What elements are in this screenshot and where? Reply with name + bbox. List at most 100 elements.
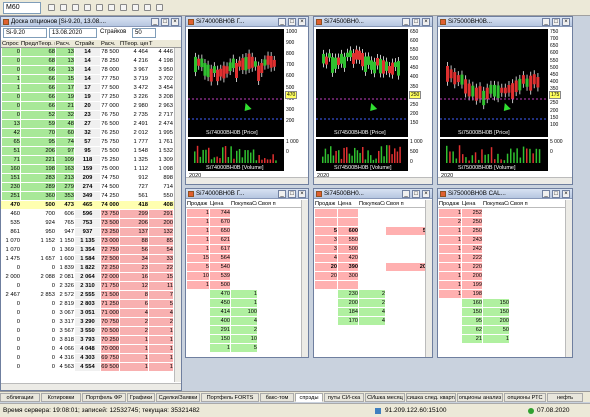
board-row[interactable]: 460 700 606 596 73 750 299 291 xyxy=(1,210,174,218)
ask-row[interactable]: 1 243 xyxy=(438,236,566,244)
ask-row[interactable]: 1 242 xyxy=(438,245,566,253)
minimize-button[interactable]: _ xyxy=(278,18,286,26)
board-column-header[interactable]: Расч. xyxy=(56,40,74,48)
order-book-column-header[interactable]: ПокупкаСвоя п xyxy=(359,200,385,208)
board-row[interactable]: 0 68 13 14 78 500 4 464 4 446 xyxy=(1,48,174,56)
board-row[interactable]: 71 221 109 118 75 250 1 325 1 309 xyxy=(1,156,174,164)
chart-hscrollbar[interactable] xyxy=(186,177,308,184)
ask-row[interactable]: 1 220 xyxy=(438,263,566,271)
board-row[interactable]: 0 66 13 14 78 000 3 967 3 950 xyxy=(1,66,174,74)
toolbar-tool-icon[interactable] xyxy=(120,4,127,11)
board-row[interactable]: 51 206 97 95 75 500 1 548 1 532 xyxy=(1,147,174,155)
tab-14[interactable]: нефть xyxy=(547,393,583,402)
maximize-button[interactable]: □ xyxy=(552,190,560,198)
bid-row[interactable]: 184 4 xyxy=(314,308,426,316)
board-row[interactable]: 535 924 765 753 73 500 206 200 xyxy=(1,219,174,227)
board-row[interactable]: 230 289 279 274 74 500 727 714 xyxy=(1,183,174,191)
board-row[interactable]: 0 66 21 20 77 000 2 980 2 963 xyxy=(1,102,174,110)
maximize-button[interactable]: □ xyxy=(552,18,560,26)
price-pane[interactable]: Si75000BH0B [Price] xyxy=(440,29,548,137)
tab-10[interactable]: СИшка месяц xyxy=(365,393,405,402)
ask-row[interactable]: 1 617 xyxy=(186,245,302,253)
ask-row[interactable]: 2 250 xyxy=(438,218,566,226)
close-button[interactable]: × xyxy=(562,190,570,198)
board-row[interactable]: 003 818 3 793 70 250 1 1 xyxy=(1,336,174,344)
tab-3[interactable]: Портфель ФР xyxy=(82,393,126,402)
board-column-header[interactable]: Т xyxy=(149,40,173,48)
tab-8[interactable]: спрэды xyxy=(295,393,323,402)
board-row[interactable]: 003 567 3 550 70 500 2 1 xyxy=(1,327,174,335)
ask-row[interactable]: 1 250 xyxy=(438,227,566,235)
board-row[interactable]: 151 283 213 209 74 750 912 898 xyxy=(1,174,174,182)
tab-1[interactable]: облигации xyxy=(0,393,40,402)
toolbar-tool-icon[interactable] xyxy=(72,4,79,11)
ask-row[interactable] xyxy=(314,218,426,226)
board-row[interactable]: 2 000 2 088 2 081 2 064 72 000 16 15 xyxy=(1,273,174,281)
board-row[interactable]: 470 500 473 465 74 000 418 408 xyxy=(1,201,174,209)
order-book-column-header[interactable]: Цена xyxy=(462,200,482,208)
minimize-button[interactable]: _ xyxy=(402,190,410,198)
board-row[interactable]: 0 52 32 23 76 750 2 735 2 717 xyxy=(1,111,174,119)
tab-4[interactable]: Графики xyxy=(127,393,155,402)
bid-row[interactable]: 160 150 xyxy=(438,299,566,307)
board-column-header[interactable]: ПТеор. цена xyxy=(120,40,148,48)
board-row[interactable]: 0 66 19 19 77 250 3 226 3 208 xyxy=(1,93,174,101)
close-button[interactable]: × xyxy=(298,18,306,26)
order-book-column-header[interactable]: ПокупкаСвоя п xyxy=(483,200,509,208)
board-row[interactable]: 001 839 1 822 72 250 23 22 xyxy=(1,264,174,272)
board-row[interactable]: 65 95 74 57 75 750 1 777 1 761 xyxy=(1,138,174,146)
ask-row[interactable]: 1 222 xyxy=(438,254,566,262)
ask-row[interactable]: 3 500 xyxy=(314,245,426,253)
ask-row[interactable]: 10 539 xyxy=(186,272,302,280)
board-row[interactable]: 2 467 2 853 2 572 2 555 71 500 8 7 xyxy=(1,291,174,299)
board-scrollbar[interactable] xyxy=(174,48,181,382)
price-pane[interactable]: Si74000BH0B [Price] xyxy=(188,29,284,137)
instrument-select[interactable]: Si-9.20 xyxy=(3,28,47,38)
ask-row[interactable]: 1 650 xyxy=(186,227,302,235)
board-row[interactable]: 004 316 4 303 69 750 1 1 xyxy=(1,354,174,362)
ask-row[interactable]: 15 564 xyxy=(186,254,302,262)
ask-row[interactable] xyxy=(314,209,426,217)
order-book-column-header[interactable]: Продаж xyxy=(187,200,209,208)
maximize-button[interactable]: □ xyxy=(412,18,420,26)
ask-row[interactable]: 1 500 xyxy=(186,281,302,289)
board-row[interactable]: 003 067 3 051 71 000 4 4 xyxy=(1,309,174,317)
toolbar-tool-icon[interactable] xyxy=(60,4,67,11)
board-row[interactable]: 1 070 0 1 369 1 354 72 750 56 54 xyxy=(1,246,174,254)
board-row[interactable]: 861 950 947 937 73 250 137 132 xyxy=(1,228,174,236)
board-row[interactable]: 004 066 4 048 70 000 1 1 xyxy=(1,345,174,353)
board-row[interactable]: 1 070 1 152 1 150 1 135 73 000 88 85 xyxy=(1,237,174,245)
strikes-select[interactable]: 50 xyxy=(132,28,156,38)
board-column-header[interactable]: Страйк xyxy=(75,40,100,48)
bid-row[interactable]: 62 50 xyxy=(438,326,566,334)
ask-row[interactable]: 56005 xyxy=(314,227,426,235)
minimize-button[interactable]: _ xyxy=(402,18,410,26)
bid-row[interactable]: 230 2 xyxy=(314,290,426,298)
board-row[interactable]: 42 70 60 32 76 250 2 012 1 995 xyxy=(1,129,174,137)
maximize-button[interactable]: □ xyxy=(288,190,296,198)
tab-6[interactable]: Портфель FORTS xyxy=(201,393,259,402)
order-book-column-header[interactable]: Продаж xyxy=(315,200,337,208)
close-button[interactable]: × xyxy=(171,18,179,26)
board-row[interactable]: 004 563 4 554 69 500 1 1 xyxy=(1,363,174,371)
board-row[interactable]: 0 68 13 14 78 250 4 216 4 198 xyxy=(1,57,174,65)
bid-row[interactable]: 150 150 xyxy=(438,308,566,316)
ask-row[interactable]: 1 198 xyxy=(438,290,566,298)
board-row[interactable]: 1 66 15 14 77 750 3 719 3 702 xyxy=(1,75,174,83)
order-book-column-header[interactable]: Цена xyxy=(210,200,230,208)
bid-row[interactable]: 400 4 xyxy=(186,317,302,325)
order-book-column-header[interactable]: Своя п xyxy=(386,200,426,208)
board-row[interactable]: 1 66 17 17 77 500 3 472 3 454 xyxy=(1,84,174,92)
bid-row[interactable]: 200 2 xyxy=(314,299,426,307)
order-book-column-header[interactable]: Своя п xyxy=(258,200,302,208)
price-pane[interactable]: Si74500BH0B [Price] xyxy=(316,29,408,137)
ask-row[interactable]: 20 300 xyxy=(314,272,426,280)
board-row[interactable]: 251 360 353 349 74 250 561 550 xyxy=(1,192,174,200)
close-button[interactable]: × xyxy=(422,190,430,198)
toolbar-tool-icon[interactable] xyxy=(108,4,115,11)
date-select[interactable]: 13.08.2020 xyxy=(49,28,97,38)
ask-row[interactable]: 1 621 xyxy=(186,236,302,244)
toolbar-tool-icon[interactable] xyxy=(84,4,91,11)
tab-11[interactable]: сишка след. квартал xyxy=(406,393,456,402)
board-row[interactable]: 1 475 1 657 1 600 1 584 72 500 34 33 xyxy=(1,255,174,263)
